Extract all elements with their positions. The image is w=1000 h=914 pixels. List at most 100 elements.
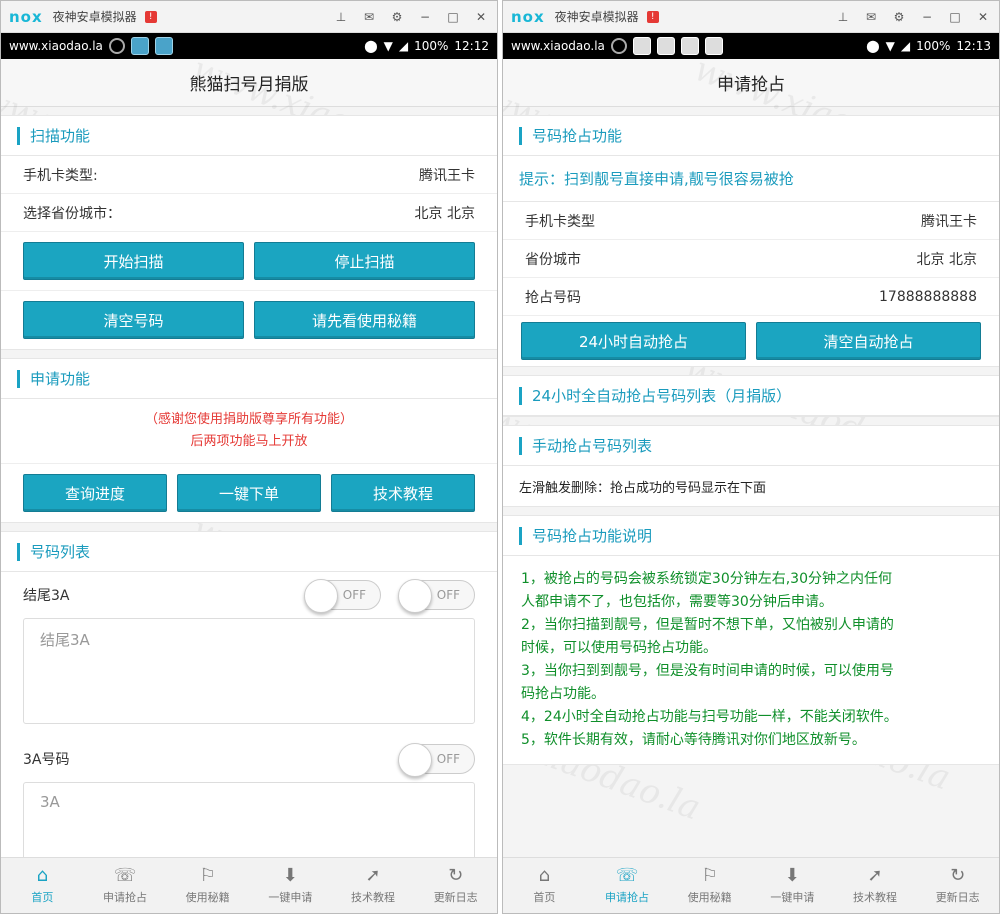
toggle-switch[interactable]: OFF: [398, 579, 475, 613]
nav-guide[interactable]: ⚐ 使用秘籍: [166, 858, 249, 913]
grab-section: 号码抢占功能 提示：扫到靓号直接申请,靓号很容易被抢 手机卡类型 腾讯王卡 省份…: [503, 115, 999, 367]
card-type-row[interactable]: 手机卡类型: 腾讯王卡: [1, 156, 497, 194]
manual-list-section: 手动抢占号码列表 左滑触发删除：抢占成功的号码显示在下面: [503, 425, 999, 507]
mail-icon[interactable]: ✉: [361, 9, 377, 25]
flag-icon: ⚐: [199, 864, 216, 886]
bottom-nav: ⌂ 首页 ☏ 申请抢占 ⚐ 使用秘籍 ⬇ 一键申请 ➚ 技术教程 ↻ 更新日志: [503, 857, 999, 913]
home-icon: ⌂: [36, 864, 49, 886]
minimize-icon[interactable]: −: [417, 9, 433, 25]
download-icon: ⬇: [784, 864, 800, 886]
phone-icon: ☏: [113, 864, 137, 886]
card-type-label: 手机卡类型: [525, 213, 595, 230]
nav-tech-tutorial[interactable]: ➚ 技术教程: [332, 858, 415, 913]
panda-app-icon: [680, 37, 699, 55]
status-url: www.xiaodao.la: [9, 39, 103, 53]
query-progress-button[interactable]: 查询进度: [23, 474, 167, 512]
signal-icon: ◢: [900, 39, 911, 53]
grab-number-row[interactable]: 抢占号码 17888888888: [503, 278, 999, 316]
number-textarea[interactable]: 结尾3A: [23, 618, 475, 724]
gear-icon[interactable]: ⚙: [891, 9, 907, 25]
status-url: www.xiaodao.la: [511, 39, 605, 53]
stop-scan-button[interactable]: 停止扫描: [254, 242, 475, 280]
grab-number-label: 抢占号码: [525, 289, 581, 306]
clear-numbers-button[interactable]: 清空号码: [23, 301, 244, 339]
description-section: 号码抢占功能说明 1，被抢占的号码会被系统锁定30分钟左右,30分钟之内任何 人…: [503, 515, 999, 765]
nav-one-click-apply[interactable]: ⬇ 一键申请: [751, 858, 834, 913]
toggle-switch[interactable]: OFF: [304, 579, 381, 613]
card-type-value[interactable]: 腾讯王卡: [419, 165, 475, 185]
alert-badge[interactable]: !: [646, 10, 659, 23]
nav-apply-grab[interactable]: ☏ 申请抢占: [84, 858, 167, 913]
pin-icon[interactable]: ⊥: [333, 9, 349, 25]
city-row[interactable]: 省份城市 北京 北京: [503, 240, 999, 278]
wifi-icon: ▼: [885, 39, 895, 53]
card-type-label: 手机卡类型:: [23, 167, 98, 184]
clear-auto-grab-button[interactable]: 清空自动抢占: [756, 322, 981, 360]
city-label: 选择省份城市：: [23, 205, 121, 222]
list-item: 3A号码 OFF: [1, 736, 497, 782]
nav-one-click-apply[interactable]: ⬇ 一键申请: [249, 858, 332, 913]
gear-icon[interactable]: ⚙: [389, 9, 405, 25]
section-header: 扫描功能: [1, 116, 497, 156]
emulator-window-right: nox 夜神安卓模拟器 ! ⊥ ✉ ⚙ − □ ✕ www.xiaodao.la…: [502, 0, 1000, 914]
auto-grab-24h-button[interactable]: 24小时自动抢占: [521, 322, 746, 360]
section-header: 号码抢占功能说明: [503, 516, 999, 556]
maximize-icon[interactable]: □: [445, 9, 461, 25]
search-icon: [108, 38, 125, 54]
tech-tutorial-button[interactable]: 技术教程: [331, 474, 475, 512]
grab-number-input[interactable]: 17888888888: [879, 289, 977, 305]
one-click-order-button[interactable]: 一键下单: [177, 474, 321, 512]
location-icon: ⬤: [364, 39, 378, 53]
city-row[interactable]: 选择省份城市： 北京 北京: [1, 194, 497, 232]
scan-section: 扫描功能 手机卡类型: 腾讯王卡 选择省份城市： 北京 北京 开始扫描 停止扫描…: [1, 115, 497, 350]
battery-level: 100%: [414, 39, 449, 53]
donation-notice: （感谢您使用捐助版尊享所有功能） 后两项功能马上开放: [1, 399, 497, 464]
app-notification-icon: [154, 37, 173, 55]
city-value[interactable]: 北京 北京: [415, 203, 475, 223]
card-type-value[interactable]: 腾讯王卡: [921, 211, 977, 231]
nox-title: 夜神安卓模拟器: [52, 10, 137, 24]
minimize-icon[interactable]: −: [919, 9, 935, 25]
section-header[interactable]: 24小时全自动抢占号码列表（月捐版）: [503, 376, 999, 416]
wifi-icon: ▼: [383, 39, 393, 53]
section-header: 号码列表: [1, 532, 497, 572]
compass-icon: ➚: [867, 864, 883, 886]
compass-icon: ➚: [365, 864, 381, 886]
close-icon[interactable]: ✕: [473, 9, 489, 25]
maximize-icon[interactable]: □: [947, 9, 963, 25]
section-header[interactable]: 手动抢占号码列表: [503, 426, 999, 466]
close-icon[interactable]: ✕: [975, 9, 991, 25]
nav-changelog[interactable]: ↻ 更新日志: [414, 858, 497, 913]
main-content: 扫描功能 手机卡类型: 腾讯王卡 选择省份城市： 北京 北京 开始扫描 停止扫描…: [1, 107, 497, 857]
download-icon: ⬇: [282, 864, 298, 886]
card-type-row[interactable]: 手机卡类型 腾讯王卡: [503, 202, 999, 240]
start-scan-button[interactable]: 开始扫描: [23, 242, 244, 280]
status-bar: www.xiaodao.la ⬤ ▼ ◢ 100% 12:13: [503, 33, 999, 59]
city-value[interactable]: 北京 北京: [917, 249, 977, 269]
instructions-text: 1，被抢占的号码会被系统锁定30分钟左右,30分钟之内任何 人都申请不了，也包括…: [521, 571, 898, 748]
toggle-switch[interactable]: OFF: [398, 743, 475, 777]
mail-icon[interactable]: ✉: [863, 9, 879, 25]
nav-home[interactable]: ⌂ 首页: [1, 858, 84, 913]
pin-icon[interactable]: ⊥: [835, 9, 851, 25]
app-notification-icon: [130, 37, 149, 55]
number-textarea[interactable]: 3A: [23, 782, 475, 857]
read-guide-button[interactable]: 请先看使用秘籍: [254, 301, 475, 339]
alert-badge[interactable]: !: [144, 10, 157, 23]
manual-hint: 左滑触发删除：抢占成功的号码显示在下面: [519, 480, 767, 496]
page-title: 申请抢占: [503, 59, 999, 107]
section-header: 申请功能: [1, 359, 497, 399]
nav-apply-grab[interactable]: ☏ 申请抢占: [586, 858, 669, 913]
nav-home[interactable]: ⌂ 首页: [503, 858, 586, 913]
tip-text: 提示：扫到靓号直接申请,靓号很容易被抢: [503, 156, 999, 202]
signal-icon: ◢: [398, 39, 409, 53]
nav-guide[interactable]: ⚐ 使用秘籍: [668, 858, 751, 913]
nav-tech-tutorial[interactable]: ➚ 技术教程: [834, 858, 917, 913]
clock: 12:12: [454, 39, 489, 53]
panda-app-icon: [632, 37, 651, 55]
home-icon: ⌂: [538, 864, 551, 886]
nav-changelog[interactable]: ↻ 更新日志: [916, 858, 999, 913]
flag-icon: ⚐: [701, 864, 718, 886]
section-header: 号码抢占功能: [503, 116, 999, 156]
city-label: 省份城市: [525, 251, 581, 268]
